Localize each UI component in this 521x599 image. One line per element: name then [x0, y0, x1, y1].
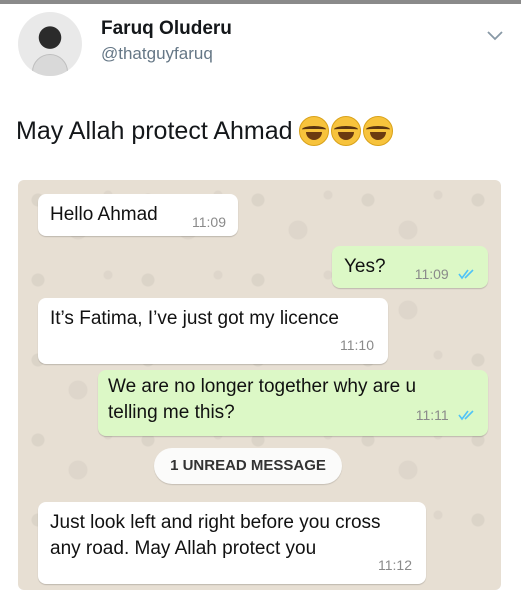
author-handle[interactable]: @thatguyfaruq: [101, 44, 213, 64]
tears-of-joy-emoji-icon: [362, 116, 393, 146]
tweet-text: May Allah protect Ahmad: [16, 116, 393, 146]
message-bubble-outgoing[interactable]: We are no longer together why are u tell…: [98, 370, 488, 436]
message-text: Just look left and right before you cros…: [50, 512, 381, 559]
emoji-group: [298, 116, 393, 146]
chevron-down-icon[interactable]: [486, 26, 504, 44]
tweet-text-content: May Allah protect Ahmad: [16, 116, 293, 145]
avatar[interactable]: [18, 12, 82, 76]
message-time: 11:09: [192, 214, 226, 230]
tears-of-joy-emoji-icon: [298, 116, 329, 146]
message-time: 11:12: [378, 557, 412, 573]
message-time: 11:11: [415, 407, 449, 423]
message-bubble-incoming[interactable]: It’s Fatima, I’ve just got my licence 11…: [38, 298, 388, 364]
message-bubble-outgoing[interactable]: Yes? 11:09: [332, 246, 488, 288]
message-bubble-incoming[interactable]: Hello Ahmad 11:09: [38, 194, 238, 236]
message-text: It’s Fatima, I’ve just got my licence: [50, 308, 339, 329]
message-text: Hello Ahmad: [50, 204, 158, 225]
double-check-icon: [458, 269, 474, 280]
message-time: 11:10: [340, 337, 374, 353]
chat-screenshot: Hello Ahmad 11:09 Yes? 11:09 It’s Fatima…: [18, 180, 501, 590]
tears-of-joy-emoji-icon: [330, 116, 361, 146]
author-name[interactable]: Faruq Oluderu: [101, 18, 232, 40]
unread-messages-banner: 1 UNREAD MESSAGE: [154, 448, 342, 484]
message-text: Yes?: [344, 256, 386, 277]
message-bubble-incoming[interactable]: Just look left and right before you cros…: [38, 502, 426, 584]
message-time: 11:09: [414, 266, 449, 282]
tweet-header: Faruq Oluderu @thatguyfaruq: [16, 8, 506, 80]
message-text: We are no longer together why are u tell…: [108, 376, 417, 423]
double-check-icon: [458, 410, 474, 421]
top-divider: [0, 0, 521, 4]
